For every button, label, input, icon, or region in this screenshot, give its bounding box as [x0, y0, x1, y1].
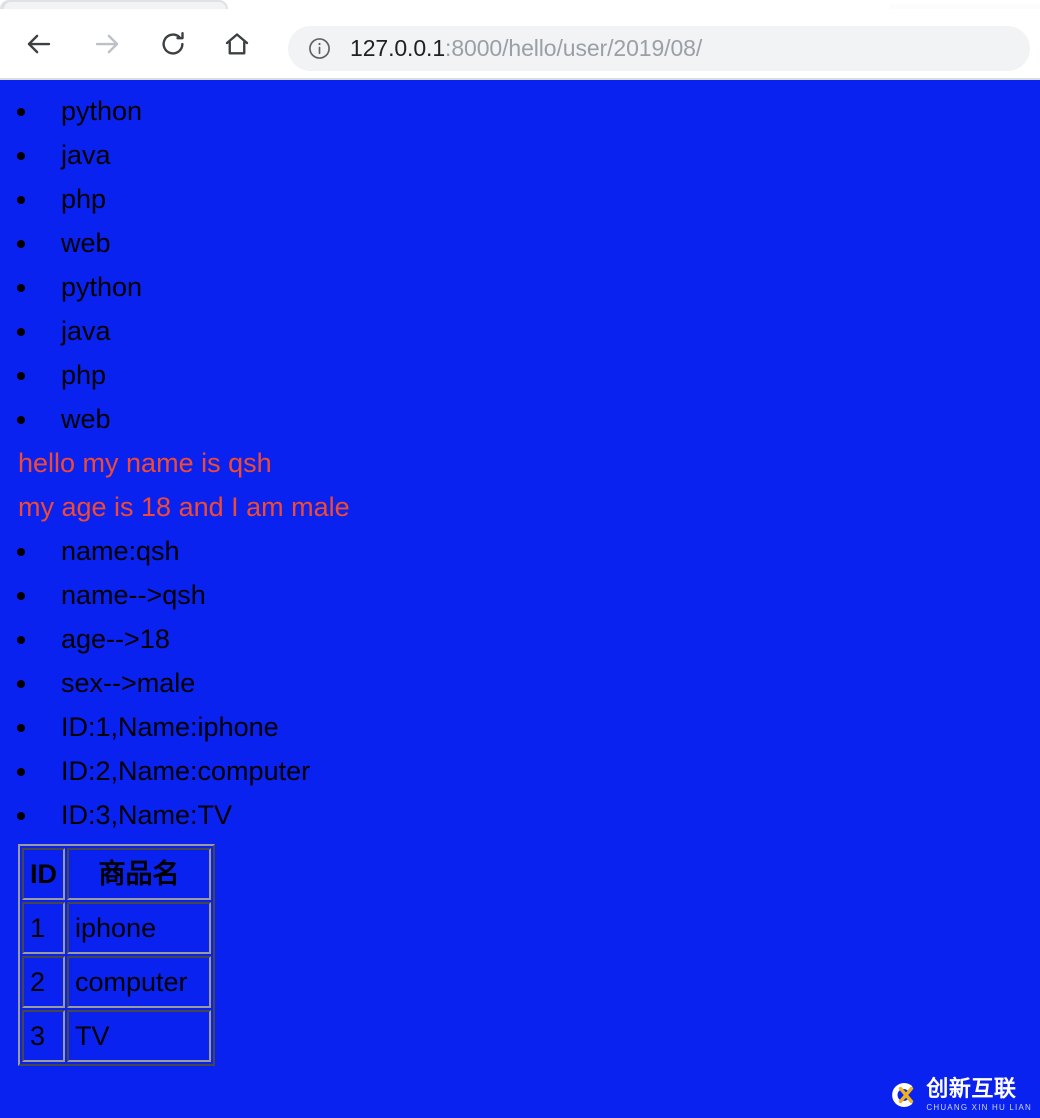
product-table-head: ID 商品名: [22, 848, 211, 900]
reload-icon: [158, 29, 188, 59]
url-host: 127.0.0.1: [350, 35, 446, 61]
detail-label: age-->18: [61, 624, 170, 654]
cx-circle-logo-icon: [886, 1078, 920, 1112]
course-label: web: [61, 228, 111, 258]
table-cell-name: computer: [67, 956, 211, 1008]
table-row: 1 iphone: [22, 902, 211, 954]
forward-arrow-icon: [92, 29, 122, 59]
course-label: java: [61, 140, 111, 170]
detail-label: name-->qsh: [61, 580, 206, 610]
table-cell-name: iphone: [67, 902, 211, 954]
paragraph-text: hello my name is qsh: [18, 448, 272, 478]
list-item: name:qsh: [0, 529, 1040, 573]
reload-button[interactable]: [152, 23, 194, 65]
course-label: web: [61, 404, 111, 434]
detail-label: sex-->male: [61, 668, 196, 698]
course-label: python: [61, 272, 143, 302]
table-header-row: ID 商品名: [22, 848, 211, 900]
detail-label: ID:1,Name:iphone: [61, 712, 279, 742]
list-item: age-->18: [0, 617, 1040, 661]
address-bar[interactable]: 127.0.0.1:8000/hello/user/2019/08/: [288, 26, 1030, 71]
course-label: java: [61, 316, 111, 346]
list-item: sex-->male: [0, 661, 1040, 705]
intro-paragraphs: hello my name is qsh my age is 18 and I a…: [0, 441, 1040, 529]
tab-strip: [0, 0, 1040, 9]
home-icon: [222, 29, 252, 59]
list-item: ID:1,Name:iphone: [0, 705, 1040, 749]
table-cell-id: 2: [22, 956, 65, 1008]
table-cell-id: 3: [22, 1010, 65, 1062]
url-path: :8000/hello/user/2019/08/: [445, 35, 703, 61]
list-item: python: [0, 89, 1040, 133]
list-item: php: [0, 353, 1040, 397]
list-item: ID:2,Name:computer: [0, 749, 1040, 793]
info-circle-icon[interactable]: [306, 36, 332, 62]
url-text: 127.0.0.1:8000/hello/user/2019/08/: [350, 35, 702, 62]
browser-tab-inner: [4, 2, 226, 9]
back-button[interactable]: [18, 23, 60, 65]
table-header-cell: ID: [22, 848, 65, 900]
page-content-viewport: python java php web python java php web hello m…: [0, 80, 1040, 1118]
list-item: java: [0, 309, 1040, 353]
list-item: java: [0, 133, 1040, 177]
paragraph-text: my age is 18 and I am male: [18, 492, 350, 522]
table-cell-id: 1: [22, 902, 65, 954]
list-item: web: [0, 221, 1040, 265]
course-list: python java php web python java php web: [0, 89, 1040, 441]
course-label: php: [61, 184, 107, 214]
product-table-body: 1 iphone 2 computer 3 TV: [22, 902, 211, 1062]
table-row: 2 computer: [22, 956, 211, 1008]
site-watermark: 创新互联 CHUANG XIN HU LIAN: [886, 1076, 1032, 1114]
list-item: python: [0, 265, 1040, 309]
table-cell-name: TV: [67, 1010, 211, 1062]
details-list: name:qsh name-->qsh age-->18 sex-->male ID:1…: [0, 529, 1040, 837]
detail-label: ID:3,Name:TV: [61, 800, 233, 830]
browser-tab[interactable]: [0, 0, 228, 9]
list-item: php: [0, 177, 1040, 221]
course-label: php: [61, 360, 107, 390]
list-item: name-->qsh: [0, 573, 1040, 617]
forward-button[interactable]: [86, 23, 128, 65]
table-row: 3 TV: [22, 1010, 211, 1062]
watermark-text: 创新互联 CHUANG XIN HU LIAN: [926, 1076, 1032, 1112]
home-button[interactable]: [216, 23, 258, 65]
browser-toolbar: 127.0.0.1:8000/hello/user/2019/08/: [0, 9, 1040, 78]
course-label: python: [61, 96, 143, 126]
product-table: ID 商品名 1 iphone 2 computer 3 TV: [18, 844, 215, 1066]
list-item: ID:3,Name:TV: [0, 793, 1040, 837]
watermark-name-pinyin: CHUANG XIN HU LIAN: [926, 1102, 1032, 1112]
detail-label: name:qsh: [61, 536, 180, 566]
detail-label: ID:2,Name:computer: [61, 756, 311, 786]
back-arrow-icon: [24, 29, 54, 59]
watermark-name-cn: 创新互联: [926, 1076, 1017, 1102]
list-item: web: [0, 397, 1040, 441]
table-header-cell: 商品名: [67, 848, 211, 900]
browser-chrome: 127.0.0.1:8000/hello/user/2019/08/: [0, 0, 1040, 80]
